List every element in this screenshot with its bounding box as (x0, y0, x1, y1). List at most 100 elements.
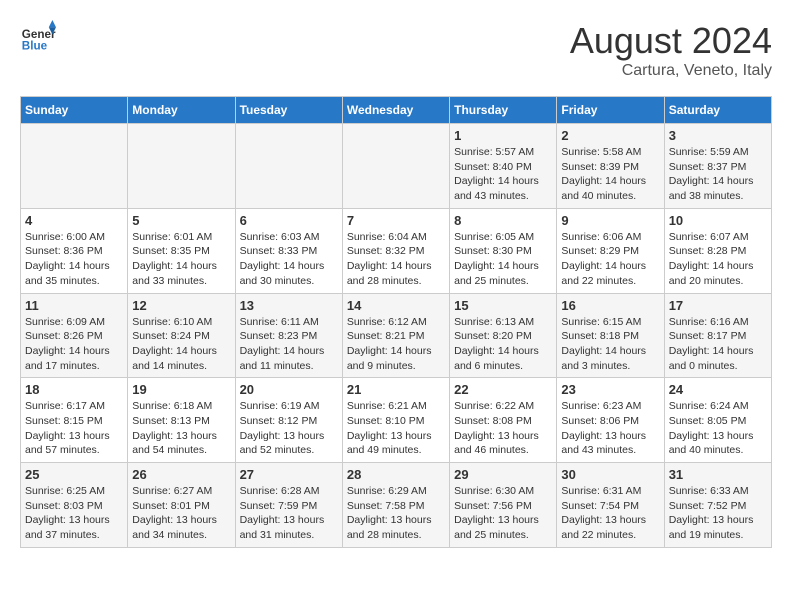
calendar-cell (128, 124, 235, 209)
day-number: 25 (25, 467, 123, 482)
calendar-week-row: 25 Sunrise: 6:25 AMSunset: 8:03 PMDayligh… (21, 463, 772, 548)
location-title: Cartura, Veneto, Italy (570, 62, 772, 80)
weekday-header: Saturday (664, 97, 771, 124)
calendar-cell (21, 124, 128, 209)
day-number: 5 (132, 213, 230, 228)
day-info: Sunrise: 6:19 AMSunset: 8:12 PMDaylight:… (240, 399, 338, 458)
calendar-cell: 5 Sunrise: 6:01 AMSunset: 8:35 PMDaylight… (128, 208, 235, 293)
page-header: General Blue August 2024 Cartura, Veneto… (20, 20, 772, 80)
calendar-week-row: 1Sunrise: 5:57 AMSunset: 8:40 PMDaylight… (21, 124, 772, 209)
day-number: 17 (669, 298, 767, 313)
logo: General Blue (20, 20, 56, 56)
day-info: Sunrise: 6:03 AMSunset: 8:33 PMDaylight:… (240, 230, 338, 289)
calendar-cell: 23 Sunrise: 6:23 AMSunset: 8:06 PMDayligh… (557, 378, 664, 463)
day-info: Sunrise: 6:31 AMSunset: 7:54 PMDaylight:… (561, 484, 659, 543)
day-number: 27 (240, 467, 338, 482)
day-info: Sunrise: 6:04 AMSunset: 8:32 PMDaylight:… (347, 230, 445, 289)
calendar-week-row: 18 Sunrise: 6:17 AMSunset: 8:15 PMDayligh… (21, 378, 772, 463)
weekday-header: Monday (128, 97, 235, 124)
day-number: 4 (25, 213, 123, 228)
calendar-cell: 20 Sunrise: 6:19 AMSunset: 8:12 PMDayligh… (235, 378, 342, 463)
weekday-header-row: SundayMondayTuesdayWednesdayThursdayFrid… (21, 97, 772, 124)
day-info: Sunrise: 6:16 AMSunset: 8:17 PMDaylight:… (669, 315, 767, 374)
day-info: Sunrise: 6:28 AMSunset: 7:59 PMDaylight:… (240, 484, 338, 543)
day-number: 19 (132, 382, 230, 397)
day-info: Sunrise: 6:15 AMSunset: 8:18 PMDaylight:… (561, 315, 659, 374)
calendar-cell: 7 Sunrise: 6:04 AMSunset: 8:32 PMDaylight… (342, 208, 449, 293)
title-area: August 2024 Cartura, Veneto, Italy (570, 20, 772, 80)
svg-text:Blue: Blue (22, 40, 48, 53)
day-info: Sunrise: 6:24 AMSunset: 8:05 PMDaylight:… (669, 399, 767, 458)
calendar-cell: 8 Sunrise: 6:05 AMSunset: 8:30 PMDaylight… (450, 208, 557, 293)
day-number: 8 (454, 213, 552, 228)
calendar-cell: 6Sunrise: 6:03 AMSunset: 8:33 PMDaylight… (235, 208, 342, 293)
day-info: Sunrise: 6:17 AMSunset: 8:15 PMDaylight:… (25, 399, 123, 458)
day-number: 15 (454, 298, 552, 313)
calendar-cell: 3 Sunrise: 5:59 AMSunset: 8:37 PMDaylight… (664, 124, 771, 209)
calendar-table: SundayMondayTuesdayWednesdayThursdayFrid… (20, 96, 772, 548)
day-info: Sunrise: 6:11 AMSunset: 8:23 PMDaylight:… (240, 315, 338, 374)
day-number: 1 (454, 128, 552, 143)
day-number: 13 (240, 298, 338, 313)
calendar-cell: 27 Sunrise: 6:28 AMSunset: 7:59 PMDayligh… (235, 463, 342, 548)
calendar-cell (342, 124, 449, 209)
day-number: 2 (561, 128, 659, 143)
day-info: Sunrise: 6:12 AMSunset: 8:21 PMDaylight:… (347, 315, 445, 374)
calendar-cell: 28Sunrise: 6:29 AMSunset: 7:58 PMDayligh… (342, 463, 449, 548)
day-number: 31 (669, 467, 767, 482)
calendar-week-row: 11 Sunrise: 6:09 AMSunset: 8:26 PMDayligh… (21, 293, 772, 378)
calendar-cell: 11 Sunrise: 6:09 AMSunset: 8:26 PMDayligh… (21, 293, 128, 378)
calendar-cell: 13 Sunrise: 6:11 AMSunset: 8:23 PMDayligh… (235, 293, 342, 378)
calendar-cell: 12Sunrise: 6:10 AMSunset: 8:24 PMDayligh… (128, 293, 235, 378)
day-number: 9 (561, 213, 659, 228)
calendar-cell: 18 Sunrise: 6:17 AMSunset: 8:15 PMDayligh… (21, 378, 128, 463)
weekday-header: Sunday (21, 97, 128, 124)
day-number: 23 (561, 382, 659, 397)
weekday-header: Thursday (450, 97, 557, 124)
day-info: Sunrise: 6:33 AMSunset: 7:52 PMDaylight:… (669, 484, 767, 543)
day-number: 14 (347, 298, 445, 313)
calendar-cell (235, 124, 342, 209)
day-number: 21 (347, 382, 445, 397)
calendar-cell: 26Sunrise: 6:27 AMSunset: 8:01 PMDayligh… (128, 463, 235, 548)
calendar-cell: 16 Sunrise: 6:15 AMSunset: 8:18 PMDayligh… (557, 293, 664, 378)
day-info: Sunrise: 6:05 AMSunset: 8:30 PMDaylight:… (454, 230, 552, 289)
day-info: Sunrise: 6:18 AMSunset: 8:13 PMDaylight:… (132, 399, 230, 458)
day-number: 12 (132, 298, 230, 313)
logo-icon: General Blue (20, 20, 56, 56)
month-title: August 2024 (570, 20, 772, 62)
day-number: 3 (669, 128, 767, 143)
day-number: 11 (25, 298, 123, 313)
day-info: Sunrise: 6:00 AMSunset: 8:36 PMDaylight:… (25, 230, 123, 289)
calendar-cell: 15 Sunrise: 6:13 AMSunset: 8:20 PMDayligh… (450, 293, 557, 378)
day-number: 16 (561, 298, 659, 313)
calendar-cell: 22 Sunrise: 6:22 AMSunset: 8:08 PMDayligh… (450, 378, 557, 463)
calendar-cell: 4 Sunrise: 6:00 AMSunset: 8:36 PMDaylight… (21, 208, 128, 293)
day-info: Sunrise: 6:22 AMSunset: 8:08 PMDaylight:… (454, 399, 552, 458)
day-number: 29 (454, 467, 552, 482)
calendar-cell: 21 Sunrise: 6:21 AMSunset: 8:10 PMDayligh… (342, 378, 449, 463)
calendar-cell: 9Sunrise: 6:06 AMSunset: 8:29 PMDaylight… (557, 208, 664, 293)
day-number: 20 (240, 382, 338, 397)
weekday-header: Friday (557, 97, 664, 124)
day-info: Sunrise: 6:09 AMSunset: 8:26 PMDaylight:… (25, 315, 123, 374)
day-info: Sunrise: 5:59 AMSunset: 8:37 PMDaylight:… (669, 145, 767, 204)
day-number: 30 (561, 467, 659, 482)
calendar-cell: 25 Sunrise: 6:25 AMSunset: 8:03 PMDayligh… (21, 463, 128, 548)
calendar-cell: 17 Sunrise: 6:16 AMSunset: 8:17 PMDayligh… (664, 293, 771, 378)
day-number: 7 (347, 213, 445, 228)
calendar-cell: 29Sunrise: 6:30 AMSunset: 7:56 PMDayligh… (450, 463, 557, 548)
day-number: 18 (25, 382, 123, 397)
calendar-cell: 19 Sunrise: 6:18 AMSunset: 8:13 PMDayligh… (128, 378, 235, 463)
day-number: 24 (669, 382, 767, 397)
calendar-cell: 30 Sunrise: 6:31 AMSunset: 7:54 PMDayligh… (557, 463, 664, 548)
day-number: 22 (454, 382, 552, 397)
day-info: Sunrise: 6:13 AMSunset: 8:20 PMDaylight:… (454, 315, 552, 374)
day-info: Sunrise: 6:21 AMSunset: 8:10 PMDaylight:… (347, 399, 445, 458)
calendar-cell: 10Sunrise: 6:07 AMSunset: 8:28 PMDayligh… (664, 208, 771, 293)
day-info: Sunrise: 6:01 AMSunset: 8:35 PMDaylight:… (132, 230, 230, 289)
day-info: Sunrise: 6:25 AMSunset: 8:03 PMDaylight:… (25, 484, 123, 543)
calendar-week-row: 4 Sunrise: 6:00 AMSunset: 8:36 PMDaylight… (21, 208, 772, 293)
day-info: Sunrise: 6:23 AMSunset: 8:06 PMDaylight:… (561, 399, 659, 458)
day-info: Sunrise: 6:29 AMSunset: 7:58 PMDaylight:… (347, 484, 445, 543)
